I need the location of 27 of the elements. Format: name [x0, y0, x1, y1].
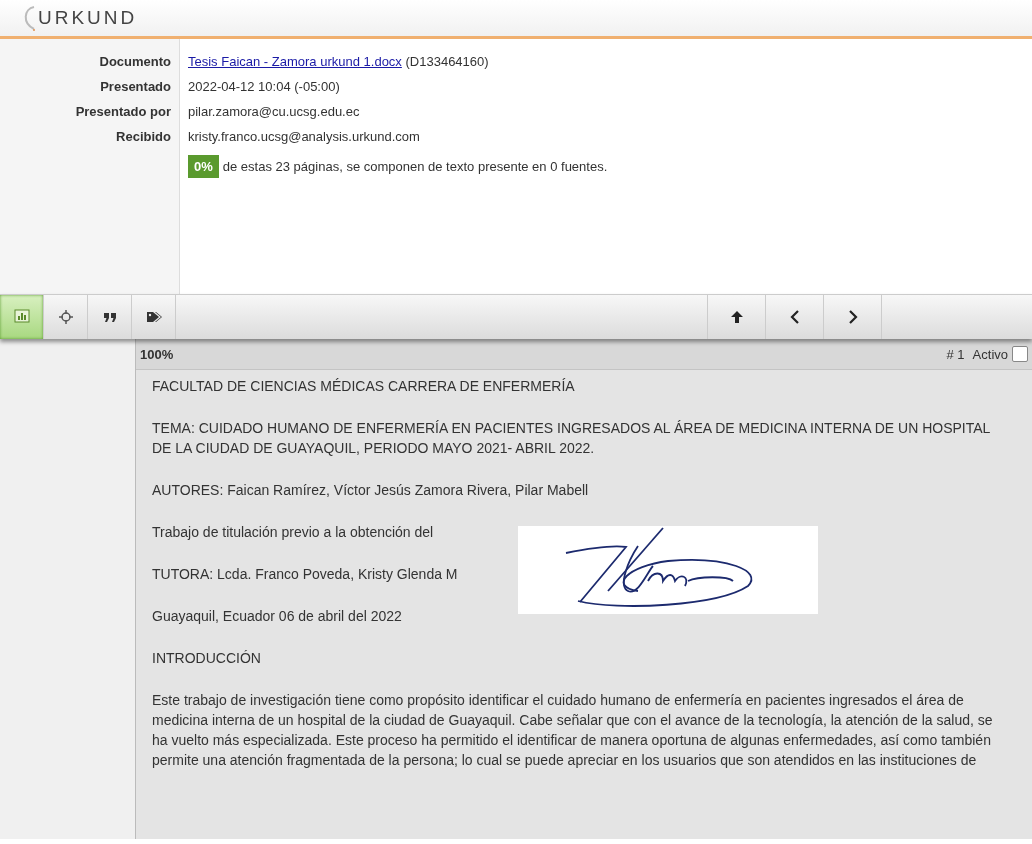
document-paragraph: FACULTAD DE CIENCIAS MÉDICAS CARRERA DE ENFERMERÍA — [152, 377, 576, 396]
document-paragraph: TEMA: CUIDADO HUMANO DE ENFERMERÍA EN PACIENTES INGRESADOS AL ÁREA DE MEDICINA INTERNA DE UN HOSPITAL DE LA CIUDAD DE GUAYAQUIL, PERIODO MAYO 2021- ABRIL 2022. — [152, 419, 991, 458]
field-value: 2022-04-12 10:04 (-05:00) — [188, 79, 340, 94]
document-paragraph: AUTORES: Faican Ramírez, Víctor Jesús Zamora Rivera, Pilar Mabell — [152, 481, 590, 500]
chart-icon — [13, 309, 30, 325]
logo: URKUND — [38, 7, 138, 29]
page-number: # 1 — [946, 346, 965, 362]
document-paragraph: INTRODUCCIÓN — [152, 649, 262, 668]
document-paragraph: Este trabajo de investigación tiene como propósito identificar el cuidado humano de enfermería en pacientes ingresados el área de medicina interna de un hospital de la ciudad de Guayaquil. Cabe señalar que con el avance de la tecnología, la atención de la salud, se ha vuelto más especializada. Este proceso ha permitido el identificar de manera oportuna de algunas enfermedades, así como también permite una atención fragmentada de la persona; lo cual se puede apreciar en los usuarios que son atendidos en las instituciones de — [152, 691, 994, 770]
document-id: (D133464160) — [405, 54, 489, 69]
crosshair-icon — [57, 309, 74, 325]
active-label: Activo — [972, 346, 1008, 362]
field-value: kristy.franco.ucsg@analysis.urkund.com — [188, 129, 420, 144]
field-label: Documento — [98, 53, 172, 71]
document-paragraph: Guayaquil, Ecuador 06 de abril del 2022 — [152, 607, 403, 626]
tags-icon — [145, 309, 162, 325]
active-checkbox[interactable] — [1012, 346, 1028, 362]
field-label: Presentado por — [74, 103, 172, 121]
field-label: Recibido — [115, 128, 172, 146]
field-label: Presentado — [99, 78, 172, 96]
field-value: pilar.zamora@cu.ucsg.edu.ec — [188, 104, 360, 119]
zoom-level: 100% — [140, 346, 175, 362]
document-paragraph: TUTORA: Lcda. Franco Poveda, Kristy Glenda M — [152, 565, 459, 584]
percentage-badge: 0% — [188, 155, 219, 178]
document-paragraph: Trabajo de titulación previo a la obtención del — [152, 523, 435, 542]
document-link[interactable]: Tesis Faican - Zamora urkund 1.docx — [188, 54, 402, 69]
summary-text: de estas 23 páginas, se componen de texto presente en 0 fuentes. — [222, 159, 608, 174]
